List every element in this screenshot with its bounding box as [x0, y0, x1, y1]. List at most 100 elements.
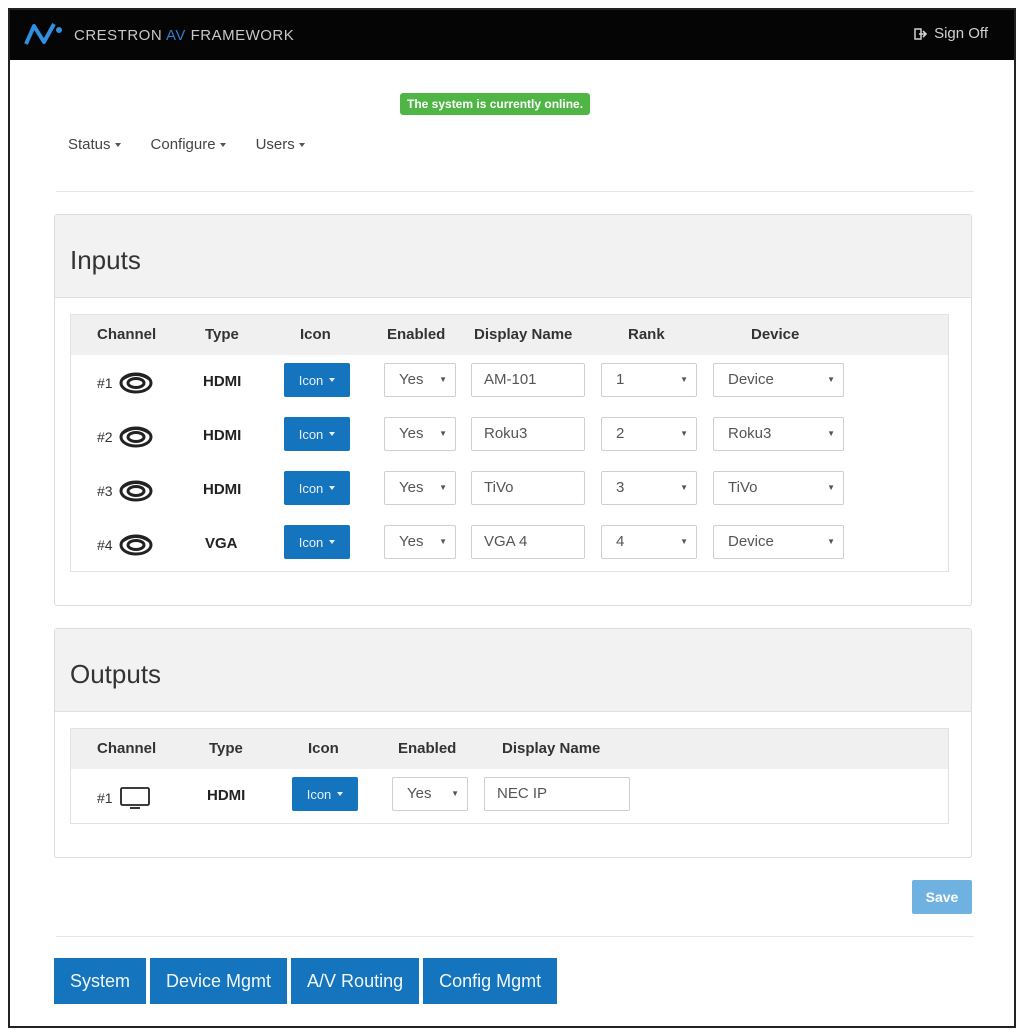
nav-config-mgmt-button[interactable]: Config Mgmt: [423, 958, 558, 1004]
icon-dropdown-button[interactable]: Icon: [284, 525, 350, 559]
rank-select[interactable]: 1 ▼: [601, 363, 697, 397]
menu-users[interactable]: Users: [256, 136, 305, 153]
outputs-panel: Outputs Channel Type Icon Enabled Displa…: [54, 628, 972, 858]
input-source-icon: [119, 426, 153, 448]
input-source-icon: [119, 534, 153, 556]
save-button[interactable]: Save: [912, 880, 972, 914]
inputs-table-header: Channel Type Icon Enabled Display Name R…: [71, 315, 948, 355]
select-arrow-icon: ▼: [827, 483, 835, 492]
col-display-name: Display Name: [502, 740, 601, 757]
caret-down-icon: [219, 143, 226, 148]
enabled-select[interactable]: Yes ▼: [384, 525, 456, 559]
select-arrow-icon: ▼: [680, 429, 688, 438]
col-rank: Rank: [628, 326, 665, 343]
type-cell: VGA: [205, 535, 238, 552]
channel-cell: #4: [97, 534, 153, 556]
device-select[interactable]: TiVo ▼: [713, 471, 844, 505]
col-display-name: Display Name: [474, 326, 573, 343]
col-icon: Icon: [308, 740, 339, 757]
display-name-input[interactable]: NEC IP: [484, 777, 630, 811]
outputs-title: Outputs: [55, 629, 971, 712]
input-row-3: #3 HDMI Icon Yes ▼ TiVo 3 ▼ TiVo ▼: [71, 463, 948, 517]
col-enabled: Enabled: [387, 326, 446, 343]
divider: [56, 191, 974, 192]
input-row-2: #2 HDMI Icon Yes ▼ Roku3 2 ▼ Roku3 ▼: [71, 409, 948, 463]
crestron-logo-icon: [24, 23, 62, 45]
input-source-icon: [119, 480, 153, 502]
bottom-nav: System Device Mgmt A/V Routing Config Mg…: [54, 958, 558, 1004]
app-frame: CRESTRON AV FRAMEWORK Sign Off The syste…: [8, 8, 1016, 1028]
display-name-input[interactable]: VGA 4: [471, 525, 585, 559]
nav-system-button[interactable]: System: [54, 958, 147, 1004]
enabled-select[interactable]: Yes ▼: [384, 363, 456, 397]
rank-select[interactable]: 2 ▼: [601, 417, 697, 451]
col-channel: Channel: [97, 326, 157, 343]
icon-dropdown-button[interactable]: Icon: [284, 417, 350, 451]
channel-cell: #1: [97, 786, 151, 810]
nav-av-routing-button[interactable]: A/V Routing: [291, 958, 420, 1004]
inputs-title: Inputs: [55, 215, 971, 298]
caret-down-icon: [298, 143, 305, 148]
select-arrow-icon: ▼: [827, 429, 835, 438]
type-cell: HDMI: [203, 427, 242, 444]
main-menu: Status Configure Users: [68, 136, 305, 153]
sign-off-link[interactable]: Sign Off: [914, 25, 988, 42]
channel-cell: #3: [97, 480, 153, 502]
select-arrow-icon: ▼: [439, 483, 447, 492]
col-type: Type: [205, 326, 239, 343]
inputs-panel: Inputs Channel Type Icon Enabled Display…: [54, 214, 972, 606]
caret-down-icon: [329, 486, 336, 490]
icon-dropdown-button[interactable]: Icon: [292, 777, 358, 811]
caret-down-icon: [337, 792, 344, 796]
device-select[interactable]: Device ▼: [713, 525, 844, 559]
select-arrow-icon: ▼: [827, 537, 835, 546]
col-enabled: Enabled: [398, 740, 457, 757]
caret-down-icon: [114, 143, 121, 148]
output-row-1: #1 HDMI Icon Yes ▼ NEC IP: [71, 769, 948, 823]
menu-status[interactable]: Status: [68, 136, 121, 153]
nav-device-mgmt-button[interactable]: Device Mgmt: [150, 958, 288, 1004]
col-icon: Icon: [300, 326, 331, 343]
device-select[interactable]: Roku3 ▼: [713, 417, 844, 451]
brand-title: CRESTRON AV FRAMEWORK: [74, 27, 295, 44]
type-cell: HDMI: [203, 373, 242, 390]
caret-down-icon: [329, 540, 336, 544]
input-row-1: #1 HDMI Icon Yes ▼ AM-101 1 ▼ Device ▼: [71, 355, 948, 409]
rank-select[interactable]: 3 ▼: [601, 471, 697, 505]
enabled-select[interactable]: Yes ▼: [384, 417, 456, 451]
col-type: Type: [209, 740, 243, 757]
select-arrow-icon: ▼: [451, 789, 459, 798]
enabled-select[interactable]: Yes ▼: [384, 471, 456, 505]
select-arrow-icon: ▼: [680, 483, 688, 492]
inputs-table: Channel Type Icon Enabled Display Name R…: [70, 314, 949, 572]
enabled-select[interactable]: Yes ▼: [392, 777, 468, 811]
select-arrow-icon: ▼: [680, 537, 688, 546]
select-arrow-icon: ▼: [439, 429, 447, 438]
channel-cell: #2: [97, 426, 153, 448]
col-channel: Channel: [97, 740, 157, 757]
divider: [56, 936, 974, 937]
display-name-input[interactable]: AM-101: [471, 363, 585, 397]
select-arrow-icon: ▼: [827, 375, 835, 384]
device-select[interactable]: Device ▼: [713, 363, 844, 397]
status-badge: The system is currently online.: [400, 93, 591, 115]
sign-out-icon: [914, 27, 928, 40]
top-bar: CRESTRON AV FRAMEWORK Sign Off: [10, 10, 1014, 60]
icon-dropdown-button[interactable]: Icon: [284, 471, 350, 505]
rank-select[interactable]: 4 ▼: [601, 525, 697, 559]
input-row-4: #4 VGA Icon Yes ▼ VGA 4 4 ▼ Device ▼: [71, 517, 948, 571]
sign-off-label: Sign Off: [934, 25, 988, 42]
select-arrow-icon: ▼: [439, 375, 447, 384]
monitor-icon: [119, 787, 150, 809]
menu-configure[interactable]: Configure: [151, 136, 226, 153]
type-cell: HDMI: [203, 481, 242, 498]
display-name-input[interactable]: Roku3: [471, 417, 585, 451]
channel-cell: #1: [97, 372, 153, 394]
type-cell: HDMI: [207, 787, 246, 804]
input-source-icon: [119, 372, 153, 394]
icon-dropdown-button[interactable]: Icon: [284, 363, 350, 397]
caret-down-icon: [329, 378, 336, 382]
select-arrow-icon: ▼: [680, 375, 688, 384]
outputs-table-header: Channel Type Icon Enabled Display Name: [71, 729, 948, 769]
display-name-input[interactable]: TiVo: [471, 471, 585, 505]
